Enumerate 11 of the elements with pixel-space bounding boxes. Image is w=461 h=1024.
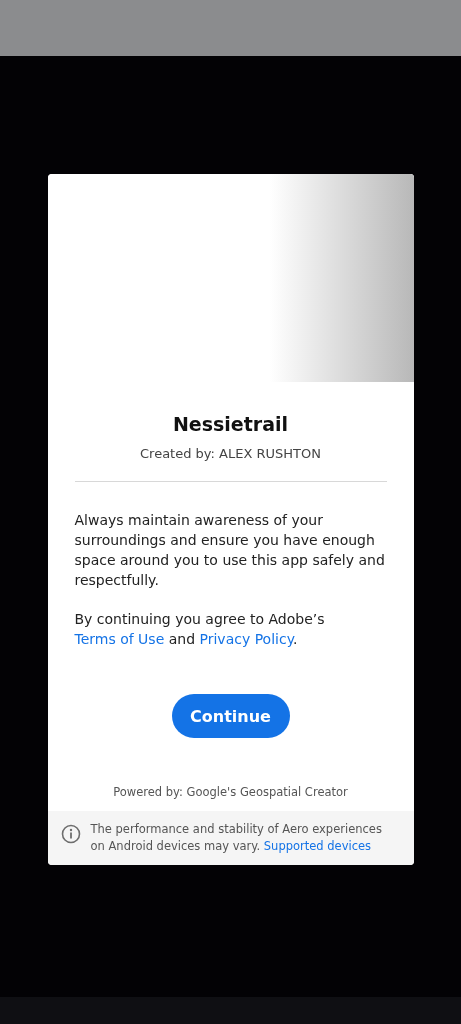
agreement-text: By continuing you agree to Adobe’s Terms of Use and Privacy Policy. [74,610,326,649]
notice-text: The performance and stability of Aero experiences on Android devices may vary. Supported devices [90,821,383,855]
privacy-link[interactable]: Privacy Policy [199,631,293,647]
powered-by-text: Powered by: Google's Geospatial Creator [112,784,349,800]
experience-title: Nessietrail [171,412,290,436]
continue-button[interactable]: Continue [171,694,290,738]
safety-text: Always maintain awareness of your surroundings and ensure you have enough space around you to use this app safely and respectfully. [74,511,386,590]
creator-text: Created by: ALEX RUSHTON [139,445,322,463]
terms-link[interactable]: Terms of Use [74,631,165,647]
supported-devices-link[interactable]: Supported devices [263,839,372,853]
info-icon [60,824,81,844]
